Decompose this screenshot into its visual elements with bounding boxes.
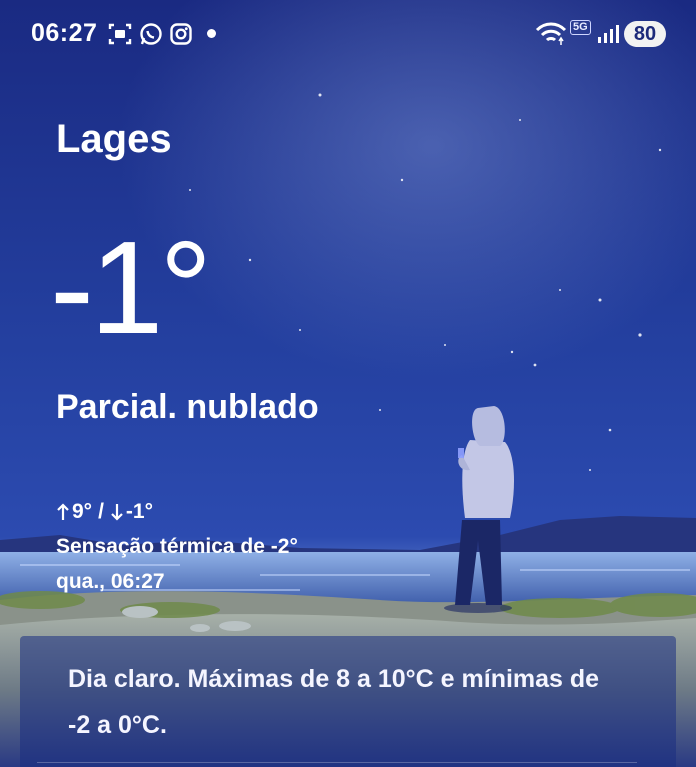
arrow-down-icon	[111, 503, 123, 521]
whatsapp-icon	[140, 23, 162, 45]
signal-icon	[598, 25, 619, 43]
status-bar: 06:27 5G 80	[0, 0, 696, 70]
battery-indicator: 80	[624, 21, 666, 47]
high-low-separator: /	[98, 500, 104, 523]
low-temperature: -1°	[125, 500, 153, 523]
daily-summary-card: Dia claro. Máximas de 8 a 10°C e mínimas…	[20, 636, 676, 767]
high-temperature: 9°	[72, 500, 93, 523]
notification-dot	[207, 29, 216, 38]
instagram-icon	[170, 23, 192, 45]
city-name[interactable]: Lages	[56, 117, 172, 162]
weather-condition: Parcial. nublado	[56, 388, 319, 426]
feels-like: Sensação térmica de -2°	[56, 535, 298, 558]
arrow-up-icon	[57, 502, 69, 520]
status-time: 06:27	[31, 19, 98, 47]
network-type-badge: 5G	[570, 20, 591, 35]
wifi-icon	[535, 22, 567, 45]
high-low-temperatures: 9° / -1°	[56, 494, 298, 529]
daily-summary-text: Dia claro. Máximas de 8 a 10°C e mínimas…	[68, 665, 600, 739]
weather-details: 9° / -1° Sensação térmica de -2° qua., 0…	[56, 494, 298, 599]
screenshot-icon	[108, 23, 132, 45]
last-updated: qua., 06:27	[56, 570, 165, 593]
current-temperature: -1°	[50, 214, 212, 361]
divider	[37, 762, 637, 763]
